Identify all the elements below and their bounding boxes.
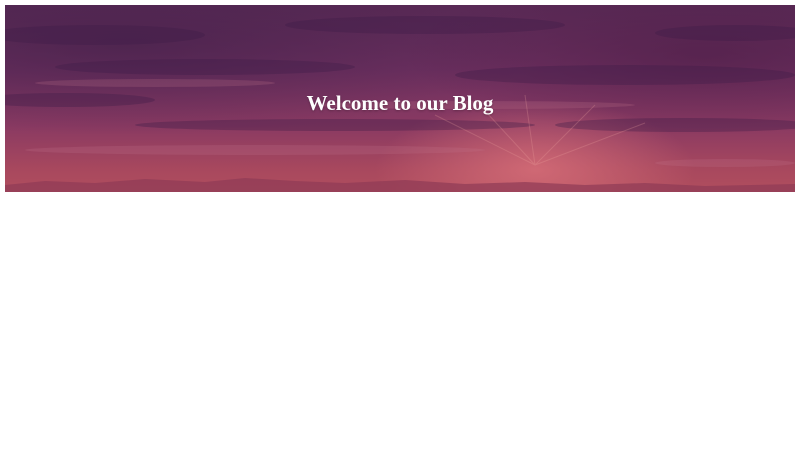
hero-banner: Welcome to our Blog [5,5,795,192]
page: Welcome to our Blog [0,0,800,450]
page-title: Welcome to our Blog [306,91,494,115]
